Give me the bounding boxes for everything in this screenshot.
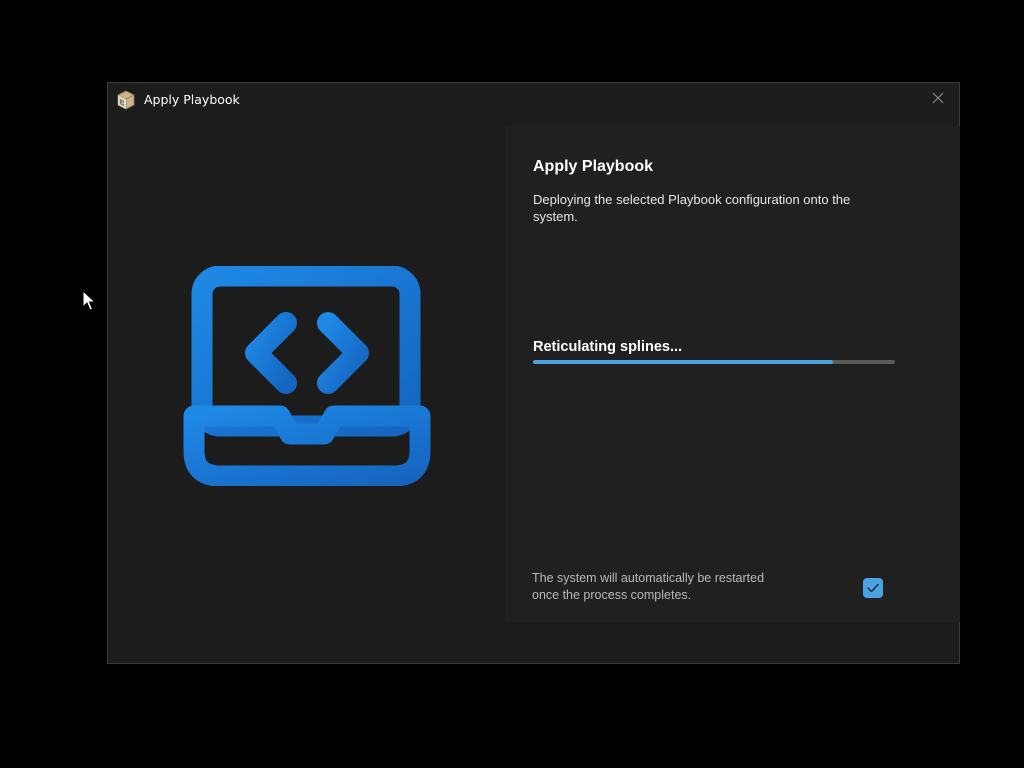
illustration-pane: [108, 119, 504, 663]
apply-playbook-window: AB Apply Playbook Apply Playbook Deployi…: [107, 82, 960, 664]
svg-text:AB: AB: [121, 101, 126, 105]
progress-bar: [533, 360, 895, 364]
restart-note: The system will automatically be restart…: [532, 571, 765, 602]
mouse-cursor-icon: [82, 290, 96, 311]
auto-restart-checkbox[interactable]: [863, 578, 883, 598]
title-bar[interactable]: AB Apply Playbook: [108, 83, 959, 119]
close-icon: [932, 92, 944, 104]
status-text: Reticulating splines...: [533, 339, 683, 355]
desktop: AB Apply Playbook Apply Playbook Deployi…: [0, 0, 1024, 768]
playbook-box-icon: AB: [117, 90, 135, 110]
window-title: Apply Playbook: [144, 92, 240, 107]
page-title: Apply Playbook: [533, 158, 654, 175]
progress-bar-fill: [533, 360, 834, 364]
laptop-code-icon: [183, 266, 431, 486]
checkmark-icon: [867, 583, 879, 593]
content-pane: Apply Playbook Deploying the selected Pl…: [505, 126, 960, 622]
close-button[interactable]: [925, 87, 951, 109]
description-text: Deploying the selected Playbook configur…: [533, 192, 851, 224]
